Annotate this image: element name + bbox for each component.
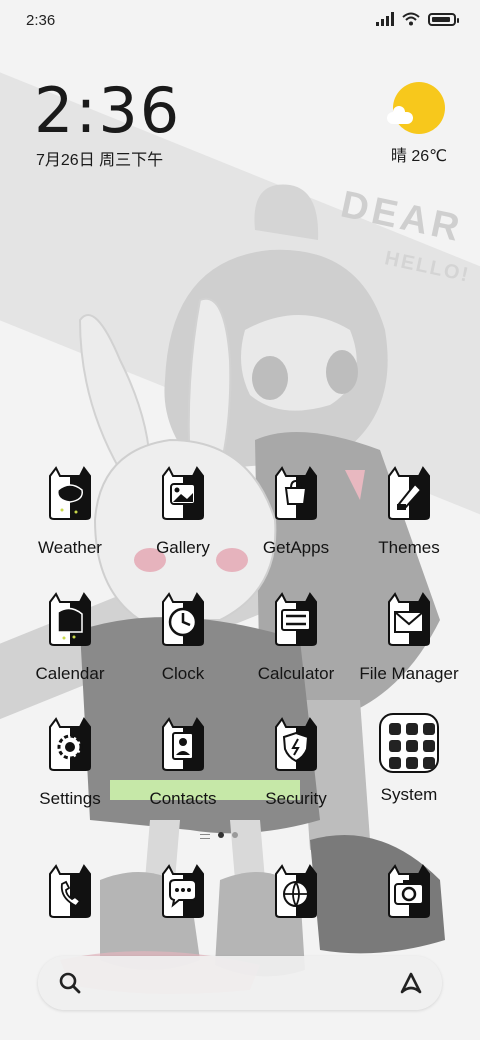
page-dot bbox=[232, 831, 238, 838]
app-settings[interactable]: Settings bbox=[14, 717, 126, 809]
app-label: System bbox=[380, 785, 438, 804]
app-label: Weather bbox=[38, 538, 102, 557]
search-icon[interactable] bbox=[58, 971, 82, 995]
dock-phone[interactable] bbox=[14, 864, 126, 918]
app-label: File Manager bbox=[359, 664, 459, 683]
app-clock[interactable]: Clock bbox=[127, 592, 239, 684]
dock-messages[interactable] bbox=[127, 864, 239, 918]
app-calculator[interactable]: Calculator bbox=[240, 592, 352, 684]
page-dot-current bbox=[218, 831, 224, 838]
browser-icon bbox=[275, 864, 317, 918]
app-label: Calendar bbox=[35, 664, 105, 683]
page-indicator[interactable] bbox=[200, 830, 238, 839]
weather-condition: 晴 bbox=[390, 148, 407, 165]
app-themes[interactable]: Themes bbox=[353, 466, 465, 558]
signal-icon bbox=[376, 12, 394, 26]
app-contacts[interactable]: Contacts bbox=[127, 717, 239, 809]
gallery-icon bbox=[162, 466, 204, 520]
clock-widget[interactable]: 2:36 7月26日 周三下午 bbox=[34, 78, 181, 170]
clock-time: 2:36 bbox=[34, 74, 182, 147]
status-time: 2:36 bbox=[26, 12, 56, 29]
calendar-icon bbox=[49, 592, 91, 646]
dock-browser[interactable] bbox=[240, 864, 352, 918]
app-label: Security bbox=[265, 789, 327, 808]
app-getapps[interactable]: GetApps bbox=[240, 466, 352, 558]
status-icons bbox=[376, 12, 459, 26]
search-bar[interactable] bbox=[38, 956, 442, 1010]
assistant-icon[interactable] bbox=[398, 970, 424, 996]
dock-camera[interactable] bbox=[353, 864, 465, 918]
page-list-icon bbox=[200, 830, 210, 839]
calculator-icon bbox=[275, 592, 317, 646]
status-bar: 2:36 bbox=[0, 0, 480, 44]
weather-temperature: 26℃ bbox=[411, 148, 448, 165]
app-security[interactable]: Security bbox=[240, 717, 352, 809]
folder-icon bbox=[379, 713, 439, 773]
file-manager-icon bbox=[388, 592, 430, 646]
wifi-icon bbox=[402, 12, 420, 26]
app-label: Contacts bbox=[149, 789, 217, 808]
phone-icon bbox=[49, 864, 91, 918]
app-label: GetApps bbox=[262, 538, 330, 557]
app-label: Settings bbox=[39, 789, 101, 808]
security-icon bbox=[275, 717, 317, 771]
weather-widget[interactable]: 晴 26℃ bbox=[384, 82, 454, 166]
themes-icon bbox=[388, 466, 430, 520]
settings-icon bbox=[49, 717, 91, 771]
weather-summary: 晴 26℃ bbox=[384, 142, 454, 166]
app-label: Calculator bbox=[257, 664, 335, 683]
messages-icon bbox=[162, 864, 204, 918]
battery-level bbox=[432, 16, 450, 22]
sunny-with-cloud-icon bbox=[387, 82, 445, 134]
app-label: Gallery bbox=[156, 538, 210, 557]
battery-icon bbox=[428, 12, 459, 26]
app-label: Themes bbox=[378, 538, 440, 557]
getapps-icon bbox=[275, 466, 317, 520]
clock-date: 7月26日 周三下午 bbox=[36, 152, 164, 169]
app-calendar[interactable]: Calendar bbox=[14, 592, 126, 684]
app-gallery[interactable]: Gallery bbox=[127, 466, 239, 558]
camera-icon bbox=[388, 864, 430, 918]
weather-icon bbox=[49, 466, 91, 520]
app-file-manager[interactable]: File Manager bbox=[353, 592, 465, 684]
app-label: Clock bbox=[161, 664, 205, 683]
app-system-folder[interactable]: System bbox=[353, 713, 465, 805]
app-weather[interactable]: Weather bbox=[14, 466, 126, 558]
clock-icon bbox=[162, 592, 204, 646]
contacts-icon bbox=[162, 717, 204, 771]
